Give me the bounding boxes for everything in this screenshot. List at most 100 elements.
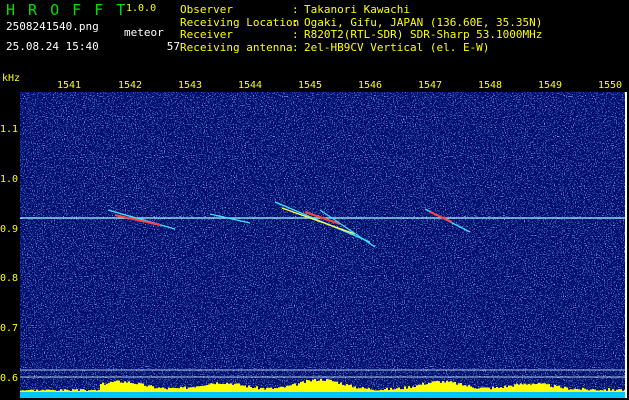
level-bar [44, 390, 46, 392]
app-version: 1.0.0 [126, 3, 157, 14]
level-bar [122, 382, 124, 392]
level-bar [222, 383, 224, 392]
plot-right-border [625, 92, 627, 398]
level-bar [172, 387, 174, 392]
level-bar [176, 388, 178, 392]
level-bar [486, 387, 488, 392]
level-bar [454, 381, 456, 392]
level-bar [136, 384, 138, 392]
level-bar [258, 389, 260, 392]
level-bar [438, 381, 440, 392]
level-bar [434, 381, 436, 392]
date-time: 25.08.24 15:40 [6, 40, 99, 53]
level-bar [80, 389, 82, 392]
level-bar [236, 383, 238, 392]
level-bar [282, 386, 284, 392]
level-bar [230, 383, 232, 392]
y-tick-label: 0.9 [0, 224, 19, 235]
level-bar [516, 383, 518, 392]
level-bar [506, 387, 508, 392]
level-bar [232, 384, 234, 392]
level-bar [290, 385, 292, 392]
level-bar [254, 387, 256, 392]
level-bar [148, 385, 150, 392]
level-bar [196, 386, 198, 392]
level-bar [410, 388, 412, 392]
level-bar [288, 385, 290, 392]
level-bar [204, 385, 206, 392]
level-bar [260, 387, 262, 392]
level-bar [526, 384, 528, 392]
level-bar [74, 389, 76, 392]
level-bar [440, 382, 442, 392]
level-bar [304, 382, 306, 392]
level-bar [220, 383, 222, 392]
level-bar [610, 390, 612, 392]
level-bar [352, 387, 354, 392]
level-bar [428, 382, 430, 392]
level-bar [584, 388, 586, 392]
level-bar [298, 383, 300, 392]
level-bar [342, 384, 344, 392]
level-bar [382, 390, 384, 392]
level-bar [328, 379, 330, 392]
level-bar [310, 381, 312, 392]
info-row-antenna: Receiving antenna : 2el-HB9CV Vertical (… [180, 40, 542, 55]
level-bar [550, 386, 552, 392]
level-bar [266, 387, 268, 392]
level-bar [128, 381, 130, 392]
level-base [20, 392, 625, 398]
level-bar [600, 390, 602, 392]
level-bar [430, 382, 432, 392]
level-bar [446, 380, 448, 392]
level-bar [376, 390, 378, 392]
level-bar [224, 384, 226, 392]
level-bar [40, 390, 42, 392]
level-bar [514, 384, 516, 392]
level-bar [612, 389, 614, 392]
level-bar [614, 390, 616, 392]
level-bar [344, 385, 346, 392]
level-bar [286, 385, 288, 392]
level-bar [214, 384, 216, 392]
info-key: Receiver [180, 28, 233, 42]
info-row-observer: Observer : Takanori Kawachi [180, 3, 542, 17]
level-bar [112, 382, 114, 392]
level-bar [252, 388, 254, 392]
level-bar [52, 389, 54, 392]
level-bar [498, 387, 500, 392]
level-bar [294, 383, 296, 392]
level-bar [62, 390, 64, 392]
level-bar [72, 389, 74, 392]
level-bar [278, 387, 280, 392]
level-bar [292, 384, 294, 392]
level-bar [162, 387, 164, 392]
level-bar [156, 388, 158, 392]
x-tick-label: 1541 [56, 80, 82, 91]
level-bar [528, 383, 530, 392]
level-bar [492, 387, 494, 392]
level-bar [522, 384, 524, 392]
level-bar [126, 382, 128, 392]
level-bar [336, 381, 338, 392]
level-bar [324, 381, 326, 392]
level-bar [48, 389, 50, 392]
level-bar [378, 390, 380, 392]
level-bar [28, 390, 30, 392]
level-bar [362, 387, 364, 392]
y-tick-label: 0.7 [0, 323, 19, 334]
level-bar [520, 383, 522, 392]
level-bar [120, 382, 122, 392]
info-sep: : [292, 40, 299, 54]
level-bar [22, 390, 24, 392]
level-bar [436, 380, 438, 392]
level-bar [620, 389, 622, 392]
level-bar [538, 382, 540, 392]
level-bar [226, 382, 228, 392]
level-bar [508, 385, 510, 392]
level-bar [30, 389, 32, 392]
level-bar [416, 385, 418, 392]
level-bar [144, 386, 146, 392]
receiver-info: R820T2(RTL-SDR) SDR-Sharp 53.1000MHz [304, 28, 543, 42]
level-bar [482, 387, 484, 392]
